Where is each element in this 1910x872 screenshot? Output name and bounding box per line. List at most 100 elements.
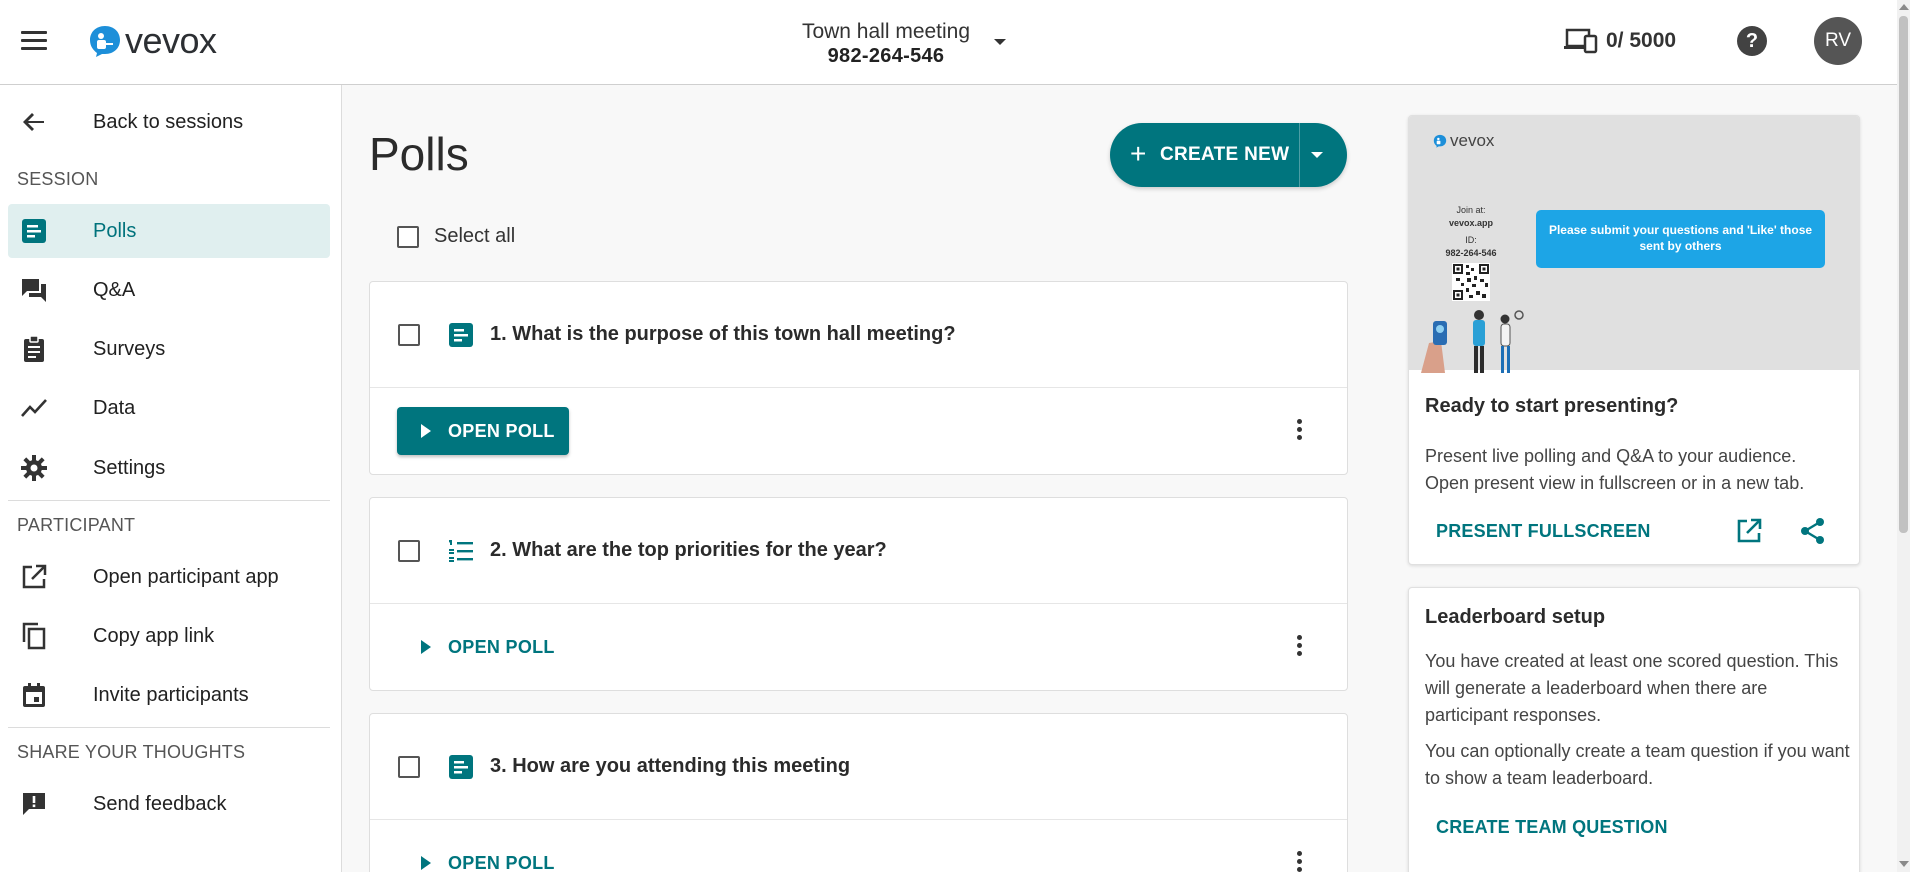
gear-icon: [21, 455, 47, 481]
sidebar-item-label: Send feedback: [93, 792, 227, 815]
sidebar-item-label: Copy app link: [93, 624, 215, 647]
join-info: Join at: vevox.app ID: 982-264-546: [1431, 204, 1511, 260]
feedback-icon: [23, 793, 45, 815]
preview-message: Please submit your questions and 'Like' …: [1536, 210, 1825, 268]
page-scrollbar[interactable]: [1897, 0, 1910, 872]
poll-card: 3. How are you attending this meeting OP…: [369, 713, 1348, 872]
sidebar-item-label: Data: [93, 396, 136, 419]
more-options-icon[interactable]: [1289, 419, 1309, 445]
vevox-logo[interactable]: vevox: [88, 23, 217, 59]
sidebar-item-copy-app-link[interactable]: Copy app link: [8, 609, 330, 663]
scroll-down-icon[interactable]: [1899, 861, 1909, 867]
select-all-checkbox[interactable]: [397, 225, 419, 248]
divider: [8, 500, 330, 501]
qr-code-icon: [1452, 263, 1490, 301]
clipboard-icon: [24, 335, 44, 362]
sidebar-item-label: Q&A: [93, 278, 136, 301]
sidebar-item-send-feedback[interactable]: Send feedback: [8, 777, 330, 831]
create-new-label: CREATE NEW: [1160, 144, 1290, 165]
poll-question: 3. How are you attending this meeting: [490, 755, 851, 777]
poll-actions: OPEN POLL: [370, 604, 1347, 692]
session-selector[interactable]: Town hall meeting 982-264-546: [776, 20, 996, 68]
button-separator: [1299, 123, 1300, 187]
vevox-logo-icon: [90, 26, 120, 57]
id-label: ID:: [1465, 235, 1477, 245]
poll-checkbox[interactable]: [398, 756, 420, 778]
more-options-icon[interactable]: [1289, 851, 1309, 872]
poll-header[interactable]: 1. What is the purpose of this town hall…: [370, 282, 1347, 388]
avatar[interactable]: RV: [1814, 17, 1862, 65]
back-label: Back to sessions: [93, 110, 244, 133]
sidebar-item-open-participant-app[interactable]: Open participant app: [8, 550, 330, 604]
leaderboard-card: Leaderboard setup You have created at le…: [1408, 587, 1860, 872]
external-link-icon: [22, 564, 47, 589]
poll-icon: [449, 755, 473, 779]
poll-card: 2. What are the top priorities for the y…: [369, 497, 1348, 691]
menu-icon[interactable]: [21, 31, 47, 51]
chevron-down-icon[interactable]: [1311, 152, 1323, 158]
poll-header[interactable]: 2. What are the top priorities for the y…: [370, 498, 1347, 604]
preview-logo: vevox: [1433, 131, 1494, 151]
sidebar-item-label: Open participant app: [93, 565, 279, 588]
sidebar-item-polls[interactable]: Polls: [8, 204, 330, 258]
leaderboard-team-text: You can optionally create a team questio…: [1425, 741, 1850, 788]
trend-icon: [21, 399, 47, 417]
sidebar: Back to sessions SESSION Polls Q&A Surve…: [0, 85, 342, 872]
poll-header[interactable]: 3. How are you attending this meeting: [370, 714, 1347, 820]
sidebar-item-label: Invite participants: [93, 683, 249, 706]
scrollbar-thumb[interactable]: [1899, 16, 1908, 533]
poll-actions: OPEN POLL: [370, 388, 1347, 476]
open-poll-button[interactable]: OPEN POLL: [397, 623, 569, 671]
help-icon[interactable]: ?: [1737, 26, 1767, 56]
present-preview[interactable]: vevox Join at: vevox.app ID: 982-264-546: [1409, 116, 1859, 373]
select-all-label: Select all: [434, 225, 516, 247]
chat-icon: [22, 279, 46, 302]
sidebar-item-surveys[interactable]: Surveys: [8, 322, 330, 376]
play-icon: [421, 856, 431, 870]
create-new-button[interactable]: + CREATE NEW: [1110, 123, 1347, 187]
poll-question: 1. What is the purpose of this town hall…: [490, 323, 956, 345]
device-count: 0/ 5000: [1606, 29, 1677, 52]
copy-icon: [22, 622, 46, 650]
sidebar-item-label: Settings: [93, 456, 166, 479]
present-card: vevox Join at: vevox.app ID: 982-264-546: [1408, 115, 1860, 565]
sidebar-item-qa[interactable]: Q&A: [8, 263, 330, 317]
poll-actions: OPEN POLL: [370, 820, 1347, 872]
sidebar-item-invite-participants[interactable]: Invite participants: [8, 668, 330, 722]
scroll-up-icon[interactable]: [1899, 4, 1909, 10]
present-title: Ready to start presenting?: [1425, 395, 1679, 417]
play-icon: [421, 424, 431, 438]
session-section-label: SESSION: [17, 169, 99, 189]
poll-checkbox[interactable]: [398, 540, 420, 562]
poll-icon: [22, 219, 46, 243]
sidebar-item-data[interactable]: Data: [8, 381, 330, 435]
create-team-question-button[interactable]: CREATE TEAM QUESTION: [1436, 817, 1668, 838]
open-in-new-tab-icon[interactable]: [1735, 517, 1763, 545]
poll-icon: [449, 323, 473, 347]
sidebar-item-settings[interactable]: Settings: [8, 441, 330, 495]
sidebar-item-label: Surveys: [93, 337, 166, 360]
open-poll-label: OPEN POLL: [448, 637, 555, 657]
chevron-down-icon[interactable]: [994, 39, 1006, 45]
participant-section-label: PARTICIPANT: [17, 515, 136, 535]
top-bar: vevox Town hall meeting 982-264-546 0/ 5…: [0, 0, 1897, 85]
play-icon: [421, 640, 431, 654]
people-illustration-icon: [1421, 310, 1524, 373]
poll-checkbox[interactable]: [398, 324, 420, 346]
leaderboard-text: You have created at least one scored que…: [1425, 651, 1839, 725]
select-all[interactable]: Select all: [397, 225, 515, 248]
open-poll-button[interactable]: OPEN POLL: [397, 407, 569, 455]
open-poll-button[interactable]: OPEN POLL: [397, 839, 569, 872]
poll-question: 2. What are the top priorities for the y…: [490, 539, 887, 561]
arrow-left-icon: [23, 113, 44, 131]
polls-main: Polls + CREATE NEW Select all 1. What is…: [342, 85, 1355, 872]
ranked-list-icon: [449, 540, 473, 562]
more-options-icon[interactable]: [1289, 635, 1309, 661]
session-code: 982-264-546: [827, 45, 945, 67]
share-icon[interactable]: [1799, 517, 1827, 545]
present-fullscreen-button[interactable]: PRESENT FULLSCREEN: [1436, 521, 1651, 542]
leaderboard-title: Leaderboard setup: [1425, 606, 1606, 628]
poll-card: 1. What is the purpose of this town hall…: [369, 281, 1348, 475]
back-to-sessions[interactable]: Back to sessions: [8, 95, 330, 149]
share-section-label: SHARE YOUR THOUGHTS: [17, 742, 246, 762]
